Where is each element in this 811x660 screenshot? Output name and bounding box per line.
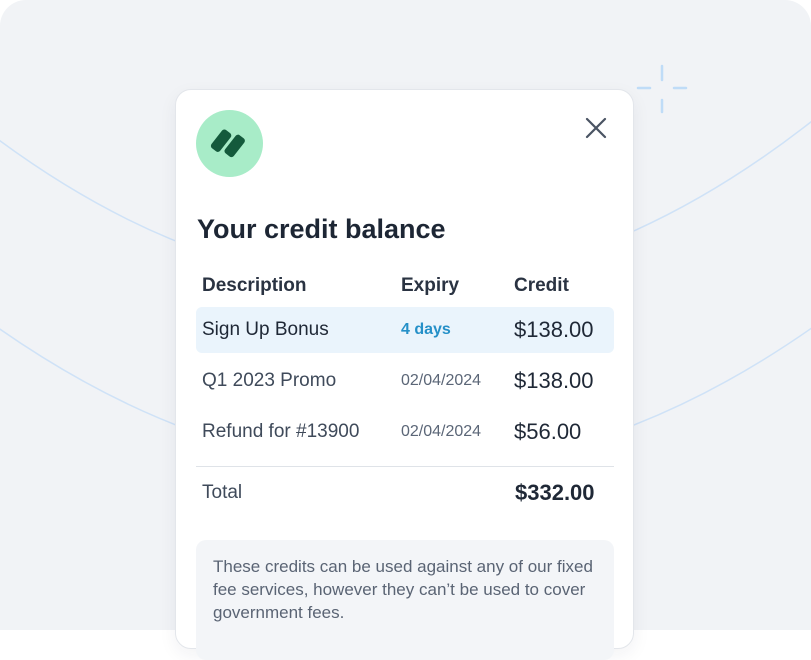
row-credit: $56.00 xyxy=(514,419,582,444)
table-row: Sign Up Bonus 4 days $138.00 xyxy=(196,307,614,353)
row-description: Q1 2023 Promo xyxy=(202,370,337,391)
sparkle-icon xyxy=(636,64,688,114)
column-header-expiry: Expiry xyxy=(401,275,460,296)
close-button[interactable] xyxy=(580,112,612,144)
total-value: $332.00 xyxy=(515,480,595,505)
table-row: Q1 2023 Promo 02/04/2024 $138.00 xyxy=(196,358,614,404)
credit-balance-modal: Your credit balance Description Expiry C… xyxy=(175,89,634,660)
column-header-description: Description xyxy=(202,275,307,296)
total-divider xyxy=(196,466,614,467)
credit-usage-note: These credits can be used against any of… xyxy=(196,540,614,660)
modal-title: Your credit balance xyxy=(197,214,446,244)
row-credit: $138.00 xyxy=(514,317,594,342)
row-expiry: 4 days xyxy=(401,321,451,338)
close-icon xyxy=(585,117,607,139)
table-row: Refund for #13900 02/04/2024 $56.00 xyxy=(196,409,614,455)
column-header-credit: Credit xyxy=(514,275,569,296)
row-expiry: 02/04/2024 xyxy=(401,372,482,389)
row-expiry: 02/04/2024 xyxy=(401,423,482,440)
row-description: Sign Up Bonus xyxy=(202,319,329,340)
brand-logo-icon xyxy=(196,110,263,177)
row-description: Refund for #13900 xyxy=(202,421,360,442)
total-label: Total xyxy=(202,482,243,503)
row-credit: $138.00 xyxy=(514,368,594,393)
